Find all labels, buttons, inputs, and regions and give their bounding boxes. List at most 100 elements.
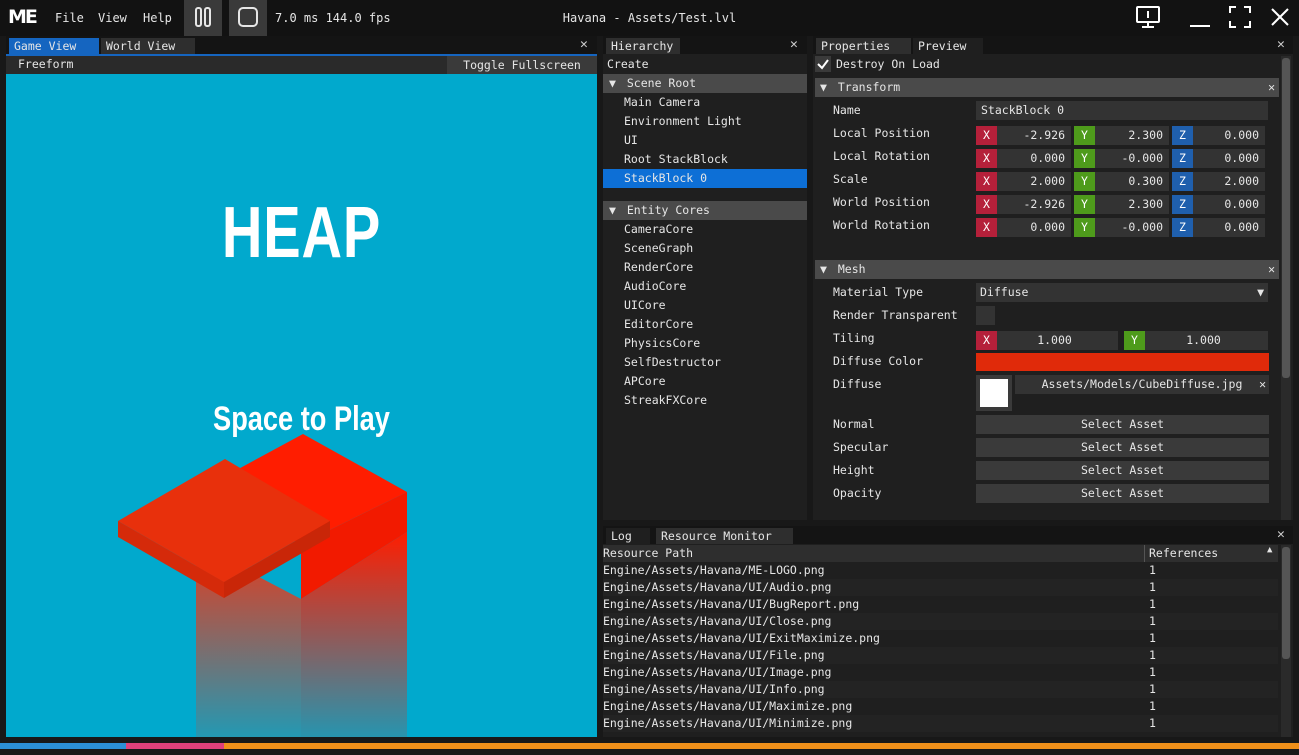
entity-core-item[interactable]: APCore: [603, 372, 807, 391]
hierarchy-item[interactable]: Main Camera: [603, 93, 807, 112]
entity-core-item[interactable]: AudioCore: [603, 277, 807, 296]
mesh-label: Mesh: [837, 262, 866, 276]
entity-core-item[interactable]: UICore: [603, 296, 807, 315]
table-row[interactable]: Engine/Assets/Havana/UI/ExitMaximize.png…: [603, 630, 1278, 647]
entity-core-item[interactable]: PhysicsCore: [603, 334, 807, 353]
game-viewport[interactable]: HEAP Space to Play: [6, 74, 597, 737]
tab-resource-monitor[interactable]: Resource Monitor: [656, 528, 793, 544]
entity-core-item[interactable]: SceneGraph: [603, 239, 807, 258]
x-value-input[interactable]: 0.000: [997, 218, 1071, 237]
close-window-button[interactable]: [1265, 4, 1295, 32]
y-value-input[interactable]: 2.300: [1095, 126, 1169, 145]
tab-world-view[interactable]: World View: [101, 38, 195, 54]
y-value-input[interactable]: 2.300: [1095, 195, 1169, 214]
table-row[interactable]: Engine/Assets/Havana/UI/Minimize.png 1: [603, 715, 1278, 732]
render-transparent-checkbox[interactable]: [976, 306, 995, 325]
column-divider[interactable]: [1144, 545, 1145, 562]
hierarchy-item[interactable]: StackBlock 0: [603, 169, 807, 188]
destroy-on-load-checkbox[interactable]: [815, 56, 831, 72]
sort-ascending-icon[interactable]: ▲: [1267, 545, 1272, 555]
table-row[interactable]: Engine/Assets/Havana/UI/BugReport.png 1: [603, 596, 1278, 613]
x-value-input[interactable]: 0.000: [997, 149, 1071, 168]
z-value-input[interactable]: 0.000: [1193, 149, 1265, 168]
select-asset-button[interactable]: Select Asset: [976, 484, 1269, 503]
references-cell: 1: [1149, 580, 1156, 594]
toggle-fullscreen-button[interactable]: Toggle Fullscreen: [447, 56, 597, 74]
maximize-button[interactable]: [1225, 4, 1255, 32]
x-value-input[interactable]: -2.926: [997, 195, 1071, 214]
tab-preview[interactable]: Preview: [913, 38, 983, 54]
close-icon[interactable]: ✕: [580, 37, 588, 52]
table-row[interactable]: Engine/Assets/Havana/UI/Audio.png 1: [603, 579, 1278, 596]
material-type-select[interactable]: Diffuse ▼: [976, 283, 1268, 302]
tab-hierarchy[interactable]: Hierarchy: [606, 38, 680, 54]
name-input[interactable]: StackBlock 0: [976, 101, 1268, 120]
properties-scrollbar[interactable]: [1281, 56, 1291, 520]
clear-icon[interactable]: ✕: [1259, 375, 1266, 394]
select-asset-button[interactable]: Select Asset: [976, 461, 1269, 480]
hierarchy-item[interactable]: Environment Light: [603, 112, 807, 131]
tab-log[interactable]: Log: [606, 528, 650, 544]
hierarchy-item[interactable]: Root StackBlock: [603, 150, 807, 169]
minimize-icon: [1189, 6, 1211, 31]
status-segment: [224, 743, 1299, 749]
asset-row-label: Specular: [833, 440, 889, 454]
transform-label: Transform: [837, 80, 901, 94]
close-icon[interactable]: ✕: [1268, 260, 1275, 279]
x-value-input[interactable]: 2.000: [997, 172, 1071, 191]
entity-core-item[interactable]: EditorCore: [603, 315, 807, 334]
bug-report-button[interactable]: [1133, 4, 1163, 32]
x-axis-label: X: [976, 195, 997, 214]
y-value-input[interactable]: 0.300: [1095, 172, 1169, 191]
select-asset-button[interactable]: Select Asset: [976, 438, 1269, 457]
table-row[interactable]: Engine/Assets/Havana/ME-LOGO.png 1: [603, 562, 1278, 579]
table-row[interactable]: Engine/Assets/Havana/UI/Close.png 1: [603, 613, 1278, 630]
entity-core-item[interactable]: SelfDestructor: [603, 353, 807, 372]
entity-cores-header[interactable]: ▼ Entity Cores: [603, 201, 807, 220]
scrollbar-thumb[interactable]: [1282, 58, 1290, 378]
diffuse-color-label: Diffuse Color: [833, 354, 924, 368]
image-icon: [980, 379, 1008, 407]
column-references[interactable]: References: [1149, 546, 1218, 560]
close-icon[interactable]: ✕: [790, 37, 798, 52]
x-value-input[interactable]: -2.926: [997, 126, 1071, 145]
z-value-input[interactable]: 2.000: [1193, 172, 1265, 191]
scene-root-header[interactable]: ▼ Scene Root: [603, 74, 807, 93]
references-cell: 1: [1149, 665, 1156, 679]
entity-core-item[interactable]: CameraCore: [603, 220, 807, 239]
entity-core-item[interactable]: StreakFXCore: [603, 391, 807, 410]
mesh-header[interactable]: ▼ Mesh ✕: [815, 260, 1279, 279]
z-value-input[interactable]: 0.000: [1193, 126, 1265, 145]
close-icon[interactable]: ✕: [1277, 527, 1285, 542]
destroy-on-load-label: Destroy On Load: [836, 57, 940, 71]
z-value-input[interactable]: 0.000: [1193, 195, 1265, 214]
tab-properties[interactable]: Properties: [816, 38, 911, 54]
column-resource-path[interactable]: Resource Path: [603, 546, 693, 560]
table-row[interactable]: Engine/Assets/Havana/UI/Image.png 1: [603, 664, 1278, 681]
tiling-x-input[interactable]: 1.000: [997, 331, 1118, 350]
resource-scrollbar[interactable]: [1281, 545, 1291, 737]
table-row[interactable]: Engine/Assets/Havana/UI/Maximize.png 1: [603, 698, 1278, 715]
close-icon[interactable]: ✕: [1268, 78, 1275, 97]
x-axis-label: X: [976, 149, 997, 168]
mode-label[interactable]: Freeform: [18, 57, 73, 71]
diffuse-path-field[interactable]: Assets/Models/CubeDiffuse.jpg ✕: [1015, 375, 1269, 394]
table-row[interactable]: Engine/Assets/Havana/UI/Info.png 1: [603, 681, 1278, 698]
z-value-input[interactable]: 0.000: [1193, 218, 1265, 237]
entity-core-item[interactable]: RenderCore: [603, 258, 807, 277]
create-menu[interactable]: Create: [607, 55, 649, 74]
tiling-y-input[interactable]: 1.000: [1145, 331, 1268, 350]
tab-game-view[interactable]: Game View: [9, 38, 99, 54]
select-asset-button[interactable]: Select Asset: [976, 415, 1269, 434]
hierarchy-item[interactable]: UI: [603, 131, 807, 150]
minimize-button[interactable]: [1185, 4, 1215, 32]
y-value-input[interactable]: -0.000: [1095, 149, 1169, 168]
table-row[interactable]: Engine/Assets/Havana/UI/File.png 1: [603, 647, 1278, 664]
transform-header[interactable]: ▼ Transform ✕: [815, 78, 1279, 97]
close-icon[interactable]: ✕: [1277, 37, 1285, 52]
diffuse-color-swatch[interactable]: [976, 353, 1269, 371]
game-prompt: Space to Play: [213, 400, 390, 438]
y-value-input[interactable]: -0.000: [1095, 218, 1169, 237]
scrollbar-thumb[interactable]: [1282, 547, 1290, 659]
diffuse-thumbnail[interactable]: [976, 375, 1012, 411]
